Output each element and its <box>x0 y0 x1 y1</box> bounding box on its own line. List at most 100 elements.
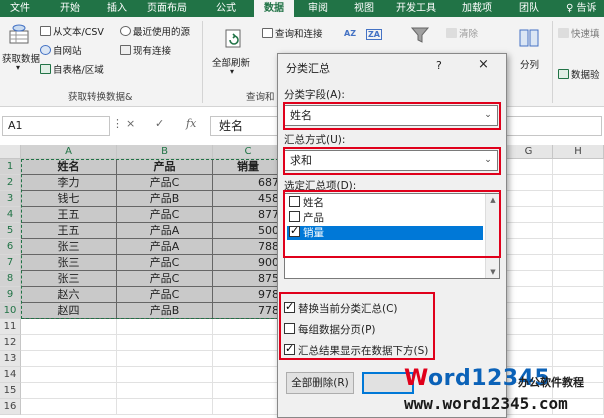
row-header-13[interactable]: 13 <box>0 351 21 367</box>
cell[interactable]: 产品C <box>117 207 213 223</box>
cell[interactable] <box>213 335 284 351</box>
tab-team[interactable]: 团队 <box>519 0 539 17</box>
name-box[interactable]: A1 <box>2 116 110 136</box>
cell[interactable] <box>117 399 213 415</box>
cell[interactable] <box>117 319 213 335</box>
cell[interactable] <box>505 335 553 351</box>
help-icon[interactable]: ? <box>436 59 442 72</box>
cell[interactable] <box>505 175 553 191</box>
cell[interactable] <box>505 207 553 223</box>
get-data-button[interactable]: 获取数据 ▾ <box>2 23 40 83</box>
cell[interactable] <box>505 239 553 255</box>
cell[interactable]: 李力 <box>21 175 117 191</box>
tab-tell-me[interactable]: ♀ 告诉 <box>566 0 597 17</box>
row-header-15[interactable]: 15 <box>0 383 21 399</box>
cell[interactable] <box>505 351 553 367</box>
list-item[interactable]: 姓名 <box>289 196 324 210</box>
cell[interactable]: 销量 <box>213 159 284 175</box>
row-header-12[interactable]: 12 <box>0 335 21 351</box>
checkbox-checked[interactable] <box>284 300 295 314</box>
close-icon[interactable]: × <box>478 57 489 72</box>
cell[interactable] <box>21 319 117 335</box>
summary-below-option[interactable]: 汇总结果显示在数据下方(S) <box>284 342 428 358</box>
cell[interactable] <box>505 319 553 335</box>
cell[interactable] <box>21 383 117 399</box>
sort-ascending-icon[interactable]: AZ <box>344 29 356 38</box>
cell[interactable] <box>117 351 213 367</box>
column-header-g[interactable]: G <box>505 145 553 159</box>
cell[interactable] <box>21 335 117 351</box>
column-header-b[interactable]: B <box>117 145 213 159</box>
checkbox-checked[interactable] <box>289 224 300 238</box>
cell[interactable] <box>553 191 604 207</box>
cell[interactable]: 张三 <box>21 255 117 271</box>
cell[interactable]: 687 <box>213 175 284 191</box>
column-header-a[interactable]: A <box>21 145 117 159</box>
cell[interactable]: 产品A <box>117 223 213 239</box>
flash-fill-button[interactable]: 快速填 <box>558 26 600 40</box>
filter-icon[interactable] <box>410 25 430 45</box>
cell[interactable]: 500 <box>213 223 284 239</box>
checkbox[interactable] <box>289 196 300 207</box>
cell[interactable] <box>505 287 553 303</box>
group-by-select[interactable]: 姓名 ⌄ <box>284 105 498 126</box>
cell[interactable]: 王五 <box>21 207 117 223</box>
enter-icon[interactable]: ✓ <box>155 117 164 130</box>
row-header-7[interactable]: 7 <box>0 255 21 271</box>
cell[interactable] <box>553 255 604 271</box>
tab-developer[interactable]: 开发工具 <box>396 0 436 17</box>
cell[interactable]: 产品B <box>117 303 213 319</box>
cell[interactable] <box>553 303 604 319</box>
cell[interactable] <box>213 319 284 335</box>
data-validation-button[interactable]: 数据验 <box>558 67 600 81</box>
cell[interactable]: 赵四 <box>21 303 117 319</box>
replace-current-option[interactable]: 替换当前分类汇总(C) <box>284 300 398 316</box>
page-break-option[interactable]: 每组数据分页(P) <box>284 322 376 337</box>
column-header-c[interactable]: C <box>213 145 284 159</box>
select-all-corner[interactable] <box>0 145 21 159</box>
tab-addins[interactable]: 加载项 <box>462 0 492 17</box>
cell[interactable] <box>505 191 553 207</box>
tab-insert[interactable]: 插入 <box>107 0 127 17</box>
cell[interactable] <box>213 367 284 383</box>
list-item[interactable]: 产品 <box>289 211 324 225</box>
row-header-2[interactable]: 2 <box>0 175 21 191</box>
tab-file[interactable]: 文件 <box>10 0 30 17</box>
cell[interactable]: 张三 <box>21 271 117 287</box>
cell[interactable]: 875 <box>213 271 284 287</box>
cell[interactable] <box>553 335 604 351</box>
cell[interactable] <box>21 367 117 383</box>
from-text-csv-button[interactable]: 从文本/CSV <box>40 24 104 38</box>
cell[interactable] <box>553 175 604 191</box>
cell[interactable]: 778 <box>213 303 284 319</box>
clear-button[interactable]: 清除 <box>446 26 478 40</box>
cell[interactable] <box>553 159 604 175</box>
insert-function-icon[interactable]: fx <box>186 117 196 130</box>
scroll-down-icon[interactable]: ▼ <box>486 266 500 278</box>
subtotal-items-list[interactable]: 姓名 产品 销量 ▲ ▼ <box>284 193 500 279</box>
cell[interactable] <box>553 271 604 287</box>
row-header-5[interactable]: 5 <box>0 223 21 239</box>
cell[interactable] <box>21 399 117 415</box>
recent-sources-button[interactable]: 最近使用的源 <box>120 24 190 38</box>
cell[interactable] <box>505 303 553 319</box>
cell[interactable] <box>553 223 604 239</box>
row-header-8[interactable]: 8 <box>0 271 21 287</box>
cell[interactable]: 张三 <box>21 239 117 255</box>
sort-descending-icon[interactable]: ZA <box>366 29 382 40</box>
checkbox-checked[interactable] <box>284 342 295 356</box>
cell[interactable] <box>117 335 213 351</box>
row-header-1[interactable]: 1 <box>0 159 21 175</box>
cell[interactable]: 产品C <box>117 255 213 271</box>
row-header-11[interactable]: 11 <box>0 319 21 335</box>
cell[interactable] <box>505 271 553 287</box>
from-web-button[interactable]: 自网站 <box>40 43 82 57</box>
row-header-10[interactable]: 10 <box>0 303 21 319</box>
cell[interactable] <box>553 287 604 303</box>
cell[interactable] <box>21 351 117 367</box>
cell[interactable] <box>213 351 284 367</box>
cell[interactable] <box>117 383 213 399</box>
function-select[interactable]: 求和 ⌄ <box>284 150 498 171</box>
cell[interactable]: 产品 <box>117 159 213 175</box>
existing-connections-button[interactable]: 现有连接 <box>120 43 171 57</box>
